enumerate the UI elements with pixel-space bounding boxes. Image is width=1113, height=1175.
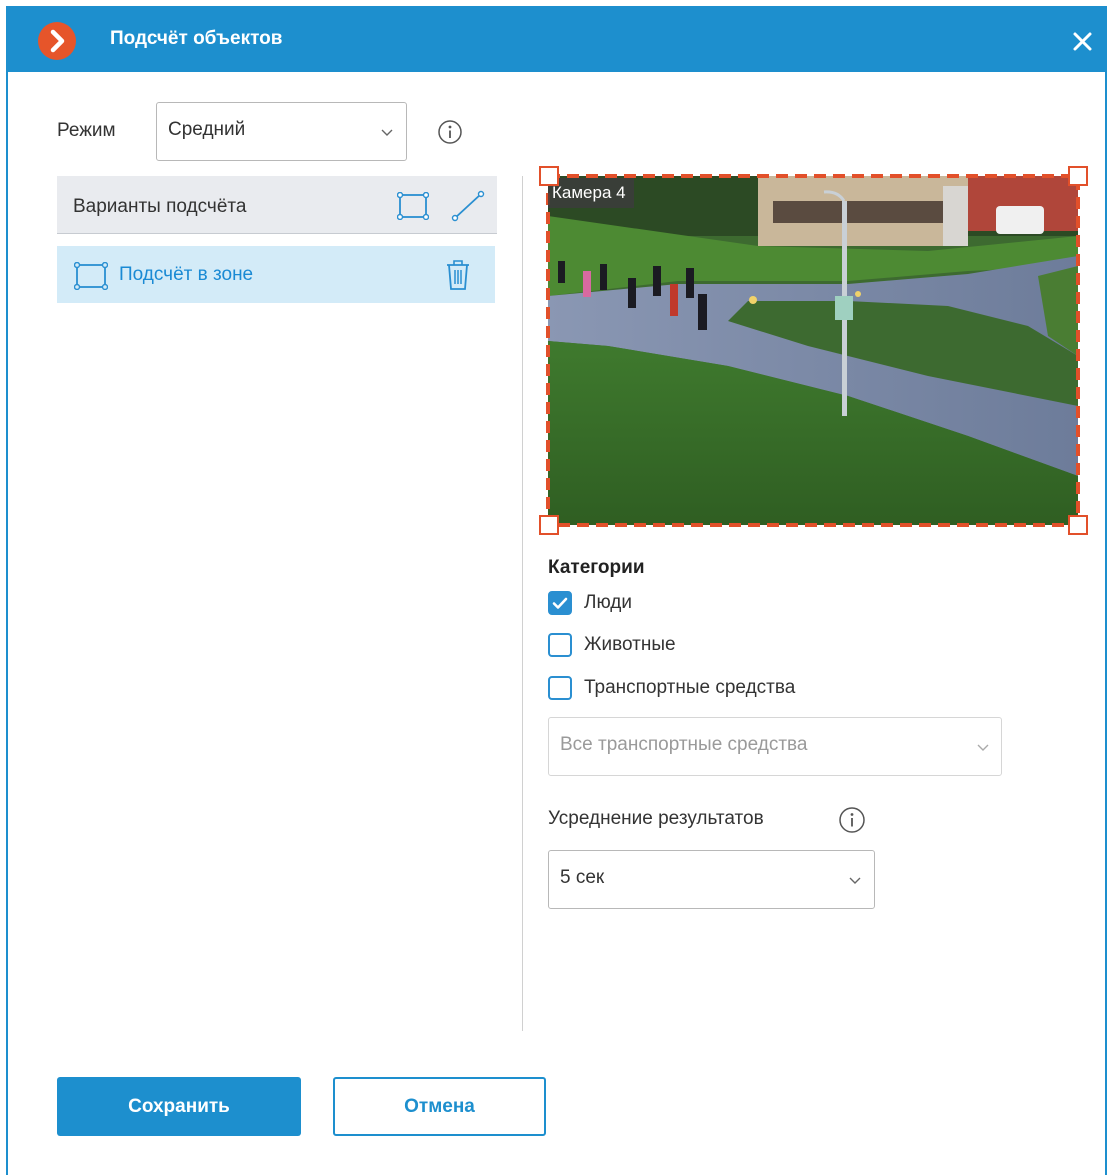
mode-select-value: Средний xyxy=(168,119,246,140)
variant-item-label: Подсчёт в зоне xyxy=(119,264,254,285)
vehicle-type-value: Все транспортные средства xyxy=(560,734,808,755)
mode-select[interactable]: Средний xyxy=(156,102,407,161)
category-people-label: Люди xyxy=(584,592,633,613)
save-button[interactable]: Сохранить xyxy=(57,1077,301,1136)
mode-label: Режим xyxy=(57,120,116,141)
detection-zone-outline[interactable] xyxy=(544,172,1082,529)
zone-icon xyxy=(74,262,108,290)
chevron-down-icon xyxy=(849,877,861,884)
category-animals-label: Животные xyxy=(584,634,676,655)
checkbox-animals[interactable] xyxy=(548,633,572,657)
checkbox-people[interactable] xyxy=(548,591,572,615)
chevron-down-icon xyxy=(381,129,393,136)
averaging-info-icon[interactable] xyxy=(838,806,866,834)
close-icon[interactable] xyxy=(1068,26,1098,56)
zone-handle-top-left[interactable] xyxy=(539,166,559,186)
averaging-select[interactable]: 5 сек xyxy=(548,850,875,909)
category-vehicles-label: Транспортные средства xyxy=(584,677,796,698)
add-line-icon[interactable] xyxy=(451,190,485,222)
dialog-title: Подсчёт объектов xyxy=(110,28,283,49)
zone-handle-bottom-right[interactable] xyxy=(1068,515,1088,535)
vertical-divider xyxy=(522,176,523,1031)
zone-handle-bottom-left[interactable] xyxy=(539,515,559,535)
averaging-label: Усреднение результатов xyxy=(548,808,764,829)
add-zone-icon[interactable] xyxy=(397,192,429,220)
camera-label: Камера 4 xyxy=(548,178,634,208)
chevron-down-icon xyxy=(977,744,989,751)
trash-icon[interactable] xyxy=(444,258,472,292)
vehicle-type-select: Все транспортные средства xyxy=(548,717,1002,776)
categories-title: Категории xyxy=(548,557,645,578)
variants-header: Варианты подсчёта xyxy=(57,176,497,234)
variants-header-label: Варианты подсчёта xyxy=(73,196,247,217)
app-logo-icon xyxy=(38,22,76,60)
zone-handle-top-right[interactable] xyxy=(1068,166,1088,186)
averaging-select-value: 5 сек xyxy=(560,867,605,888)
checkmark-icon xyxy=(552,597,568,609)
cancel-button[interactable]: Отмена xyxy=(333,1077,546,1136)
variant-item-zone[interactable]: Подсчёт в зоне xyxy=(57,246,495,303)
checkbox-vehicles[interactable] xyxy=(548,676,572,700)
mode-info-icon[interactable] xyxy=(437,119,463,145)
